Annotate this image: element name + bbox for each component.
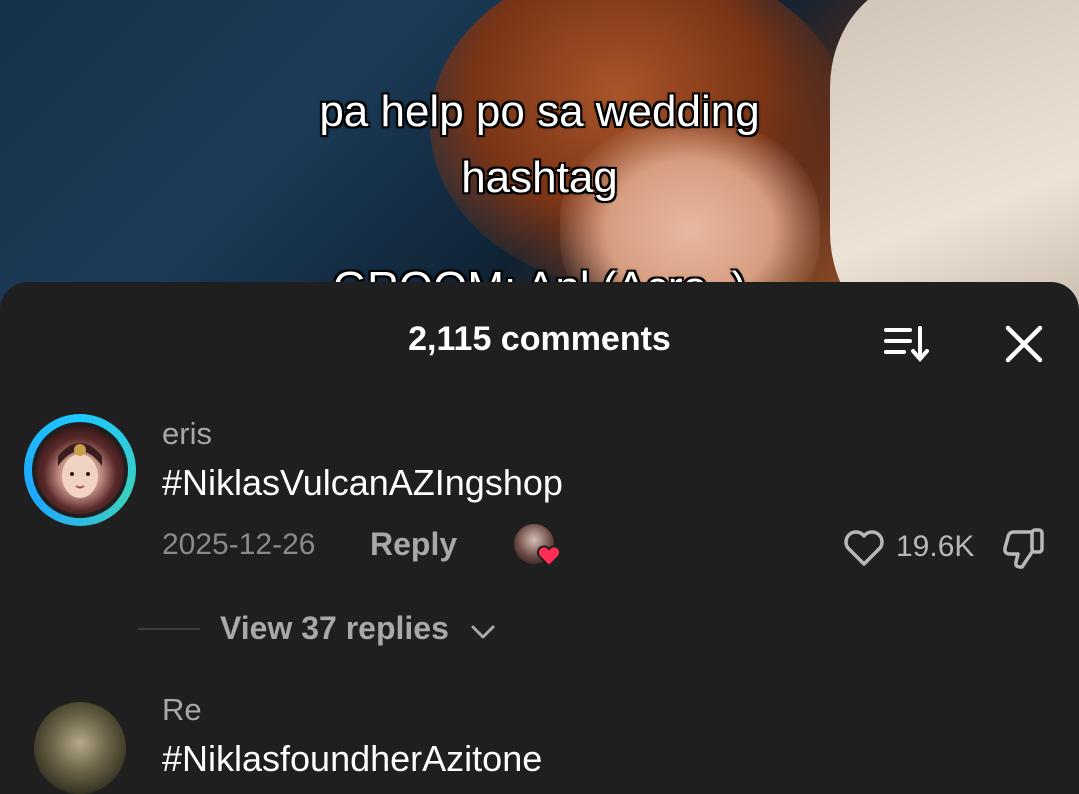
avatar[interactable] <box>34 702 126 794</box>
chevron-down-icon[interactable] <box>470 622 496 642</box>
like-count: 19.6K <box>896 530 975 563</box>
close-icon[interactable] <box>1000 320 1048 368</box>
video-background[interactable]: pa help po sa wedding hashtag GROOM: Anl… <box>0 0 1079 330</box>
video-caption-line-1: pa help po sa wedding <box>319 87 760 136</box>
comments-sheet: 2,115 comments eris #NiklasVulcanAZIngsh… <box>0 282 1079 794</box>
comment-text: #NiklasVulcanAZIngshop <box>162 462 563 503</box>
dislike-icon[interactable] <box>1000 526 1046 570</box>
avatar[interactable] <box>24 414 136 526</box>
sort-icon[interactable] <box>880 322 932 366</box>
heart-icon <box>536 544 562 568</box>
replies-divider <box>138 628 200 630</box>
comment-username[interactable]: Re <box>162 692 202 728</box>
comment-date: 2025-12-26 <box>162 528 316 561</box>
avatar-image <box>36 426 124 514</box>
reply-button[interactable]: Reply <box>370 526 457 563</box>
video-caption-line-2: hashtag <box>461 153 618 202</box>
view-replies-button[interactable]: View 37 replies <box>220 610 449 647</box>
comment-username[interactable]: eris <box>162 416 212 452</box>
like-heart-icon[interactable] <box>842 528 886 568</box>
comment-text: #NiklasfoundherAzitone <box>162 738 543 779</box>
